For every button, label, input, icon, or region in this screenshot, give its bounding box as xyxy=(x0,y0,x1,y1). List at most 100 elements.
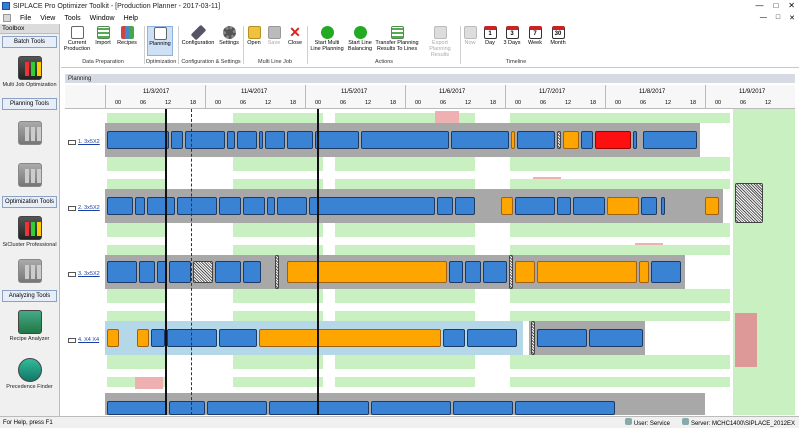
now-button[interactable]: Now xyxy=(463,26,477,46)
tool-sicluster-professional[interactable]: SiCluster Professional xyxy=(0,208,59,256)
configuration-button[interactable]: Configuration xyxy=(181,24,215,46)
job-bar[interactable] xyxy=(537,261,637,283)
job-bar[interactable] xyxy=(177,197,217,215)
job-bar[interactable] xyxy=(265,131,285,149)
job-bar[interactable] xyxy=(171,131,183,149)
job-bar[interactable] xyxy=(573,197,605,215)
menu-file[interactable]: File xyxy=(20,15,31,22)
job-bar[interactable] xyxy=(169,401,205,415)
job-bar[interactable] xyxy=(453,401,513,415)
job-bar[interactable] xyxy=(515,401,615,415)
line-name[interactable]: 3. 3x5X2 xyxy=(78,271,100,277)
job-bar[interactable] xyxy=(107,329,119,347)
job-bar[interactable] xyxy=(557,197,571,215)
changeover-marker[interactable] xyxy=(509,255,513,289)
line-label[interactable]: 3. 3x5X2 xyxy=(65,241,105,307)
import-button[interactable]: Import xyxy=(93,26,113,46)
gantt-chart[interactable]: 11/3/2017 11/4/2017 11/5/2017 11/6/2017 … xyxy=(65,85,795,415)
job-bar[interactable] xyxy=(639,261,649,283)
job-bar[interactable] xyxy=(227,131,235,149)
start-multi-line-planning-button[interactable]: Start Multi Line Planning xyxy=(310,26,344,52)
month-button[interactable]: 30 Month xyxy=(549,26,567,46)
job-bar[interactable] xyxy=(107,197,133,215)
job-bar[interactable] xyxy=(537,329,587,347)
job-bar[interactable] xyxy=(287,261,447,283)
job-bar[interactable] xyxy=(237,131,257,149)
line-name[interactable]: 4. X4 X4 xyxy=(78,337,99,343)
job-bar[interactable] xyxy=(309,197,435,215)
job-bar[interactable] xyxy=(581,131,593,149)
close-window-button[interactable]: ✕ xyxy=(788,1,795,10)
job-bar[interactable] xyxy=(243,197,265,215)
job-bar[interactable] xyxy=(467,329,517,347)
job-bar[interactable] xyxy=(135,197,145,215)
mdi-restore-button[interactable]: □ xyxy=(776,14,780,22)
job-bar[interactable] xyxy=(563,131,579,149)
line-name[interactable]: 1. 3x5X2 xyxy=(78,139,100,145)
job-bar[interactable] xyxy=(449,261,463,283)
mdi-minimize-button[interactable]: — xyxy=(760,14,767,22)
day-button[interactable]: 1 Day xyxy=(483,26,497,46)
job-bar[interactable] xyxy=(277,197,307,215)
job-bar[interactable] xyxy=(193,261,213,283)
changeover-marker[interactable] xyxy=(531,321,535,355)
menu-window[interactable]: Window xyxy=(90,15,115,22)
job-bar[interactable] xyxy=(483,261,507,283)
section-analyzing-tools[interactable]: Analyzing Tools xyxy=(2,290,57,302)
job-bar[interactable] xyxy=(661,197,665,215)
job-bar[interactable] xyxy=(501,197,513,215)
job-bar[interactable] xyxy=(595,131,631,149)
job-bar[interactable] xyxy=(287,131,313,149)
tool-planning-1[interactable] xyxy=(0,110,59,158)
job-bar[interactable] xyxy=(107,131,169,149)
job-bar[interactable] xyxy=(267,197,275,215)
job-bar[interactable] xyxy=(515,197,555,215)
line-label[interactable]: 2. 3x5X2 xyxy=(65,175,105,241)
job-bar[interactable] xyxy=(107,401,167,415)
section-batch-tools[interactable]: Batch Tools xyxy=(2,36,57,48)
job-bar[interactable] xyxy=(455,197,475,215)
minimize-button[interactable]: — xyxy=(755,1,763,10)
maximize-button[interactable]: □ xyxy=(773,1,778,10)
recipes-button[interactable]: Recipes xyxy=(116,26,138,46)
job-bar[interactable] xyxy=(107,261,137,283)
job-bar[interactable] xyxy=(147,197,175,215)
job-bar[interactable] xyxy=(259,329,441,347)
changeover-marker[interactable] xyxy=(557,131,561,149)
job-bar[interactable] xyxy=(633,131,637,149)
tool-recipe-analyzer[interactable]: Recipe Analyzer xyxy=(0,302,59,350)
job-bar[interactable] xyxy=(151,329,165,347)
job-bar[interactable] xyxy=(589,329,643,347)
job-bar[interactable] xyxy=(607,197,639,215)
close-button[interactable]: ✕ Close xyxy=(287,25,303,46)
job-bar[interactable] xyxy=(643,131,697,149)
settings-button[interactable]: Settings xyxy=(218,26,240,46)
current-production-button[interactable]: Current Production xyxy=(63,26,91,52)
job-bar[interactable] xyxy=(511,131,515,149)
changeover-marker[interactable] xyxy=(275,255,279,289)
job-bar[interactable] xyxy=(219,197,241,215)
job-bar[interactable] xyxy=(269,401,369,415)
job-bar[interactable] xyxy=(167,329,217,347)
save-button[interactable]: Save xyxy=(266,26,282,46)
job-bar[interactable] xyxy=(443,329,465,347)
job-bar[interactable] xyxy=(371,401,451,415)
menu-help[interactable]: Help xyxy=(124,15,138,22)
job-bar[interactable] xyxy=(259,131,263,149)
tool-planning-2[interactable] xyxy=(0,158,59,194)
job-bar[interactable] xyxy=(361,131,449,149)
job-bar[interactable] xyxy=(215,261,241,283)
job-bar[interactable] xyxy=(517,131,555,149)
job-bar[interactable] xyxy=(137,329,149,347)
job-bar[interactable] xyxy=(139,261,155,283)
mdi-close-button[interactable]: ✕ xyxy=(789,14,795,22)
job-bar[interactable] xyxy=(515,261,535,283)
tool-precedence-finder[interactable]: Precedence Finder xyxy=(0,350,59,398)
job-bar[interactable] xyxy=(437,197,453,215)
job-bar[interactable] xyxy=(465,261,481,283)
job-bar[interactable] xyxy=(651,261,681,283)
line-name[interactable]: 2. 3x5X2 xyxy=(78,205,100,211)
line-label[interactable] xyxy=(65,373,105,415)
week-button[interactable]: 7 Week xyxy=(527,26,543,46)
export-planning-button[interactable]: Export Planning Results xyxy=(421,26,459,58)
